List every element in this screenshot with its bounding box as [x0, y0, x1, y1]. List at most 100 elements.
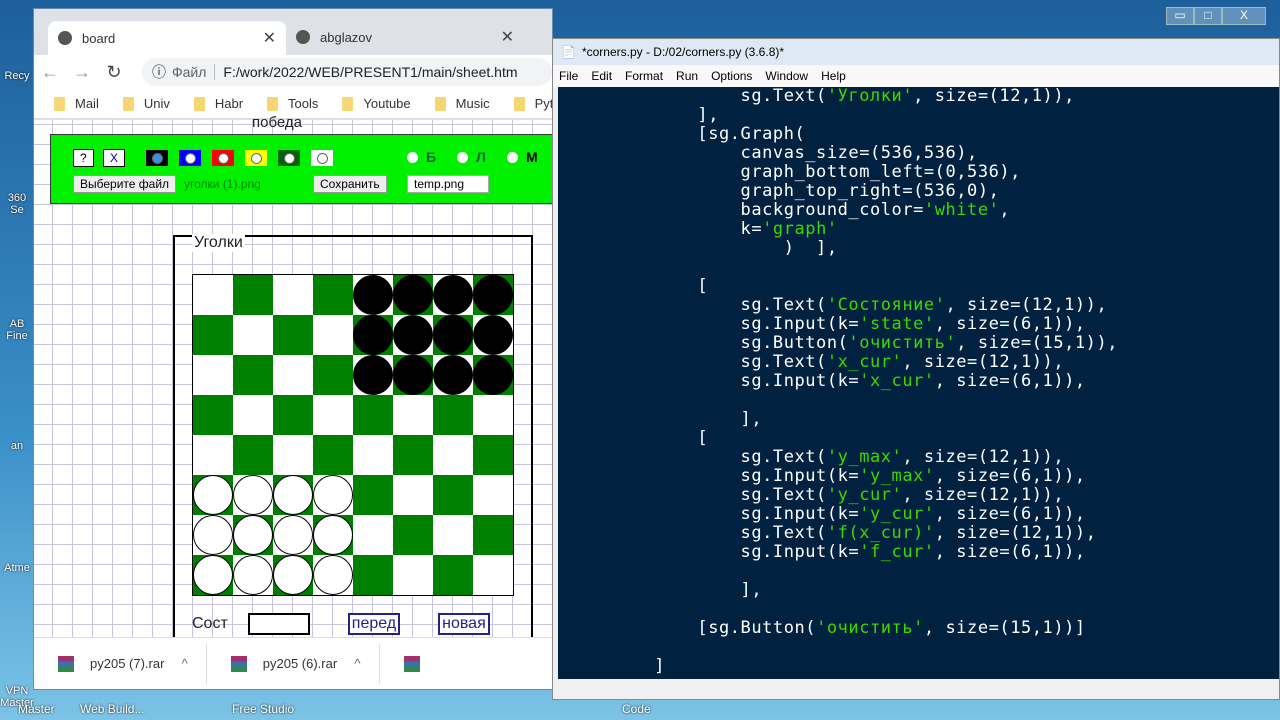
board-cell[interactable] — [393, 435, 433, 475]
board-cell[interactable] — [313, 395, 353, 435]
board-cell[interactable] — [393, 555, 433, 595]
board-cell[interactable] — [273, 395, 313, 435]
white-piece[interactable] — [193, 515, 233, 555]
color-swatch[interactable] — [311, 150, 333, 166]
board-cell[interactable] — [433, 515, 473, 555]
board-cell[interactable] — [353, 435, 393, 475]
board-cell[interactable] — [273, 435, 313, 475]
board-cell[interactable] — [473, 275, 513, 315]
board-cell[interactable] — [273, 515, 313, 555]
black-piece[interactable] — [353, 315, 393, 355]
bookmark-youtube[interactable]: Youtube — [342, 96, 411, 111]
bookmark-mail[interactable]: Mail — [54, 96, 99, 111]
menu-edit[interactable]: Edit — [591, 69, 612, 83]
desktop-icon-recycle[interactable]: Recy — [0, 70, 34, 82]
board-cell[interactable] — [473, 475, 513, 515]
white-piece[interactable] — [313, 475, 353, 515]
black-piece[interactable] — [433, 275, 473, 315]
desktop-icon-360[interactable]: 360 Se — [0, 192, 34, 216]
black-piece[interactable] — [473, 315, 513, 355]
white-piece[interactable] — [273, 515, 313, 555]
bookmark-python[interactable]: Python — [513, 96, 552, 111]
board-cell[interactable] — [273, 475, 313, 515]
board-cell[interactable] — [433, 275, 473, 315]
black-piece[interactable] — [353, 355, 393, 395]
save-button[interactable]: Сохранить — [313, 175, 387, 193]
chevron-up-icon[interactable]: ^ — [182, 656, 188, 671]
board-cell[interactable] — [473, 395, 513, 435]
close-button[interactable]: X — [1222, 7, 1266, 25]
white-piece[interactable] — [233, 555, 273, 595]
menu-options[interactable]: Options — [711, 69, 752, 83]
menu-file[interactable]: File — [559, 69, 578, 83]
white-piece[interactable] — [273, 475, 313, 515]
board-cell[interactable] — [233, 355, 273, 395]
chevron-up-icon[interactable]: ^ — [354, 656, 360, 671]
board-cell[interactable] — [433, 555, 473, 595]
board-cell[interactable] — [393, 275, 433, 315]
board-cell[interactable] — [473, 435, 513, 475]
board-cell[interactable] — [313, 515, 353, 555]
board-cell[interactable] — [473, 355, 513, 395]
board-cell[interactable] — [193, 555, 233, 595]
board-cell[interactable] — [313, 315, 353, 355]
address-input[interactable]: ⓘ Файл F:/work/2022/WEB/PRESENT1/main/sh… — [142, 58, 552, 86]
game-board[interactable] — [192, 274, 514, 596]
bookmark-univ[interactable]: Univ — [122, 96, 170, 111]
board-cell[interactable] — [313, 355, 353, 395]
board-cell[interactable] — [393, 315, 433, 355]
prev-button[interactable]: перед — [347, 613, 401, 635]
white-piece[interactable] — [193, 555, 233, 595]
bookmark-tools[interactable]: Tools — [267, 96, 318, 111]
download-item[interactable] — [380, 644, 552, 684]
board-cell[interactable] — [233, 315, 273, 355]
board-cell[interactable] — [193, 355, 233, 395]
white-piece[interactable] — [233, 475, 273, 515]
board-cell[interactable] — [233, 475, 273, 515]
black-piece[interactable] — [433, 355, 473, 395]
board-cell[interactable] — [193, 315, 233, 355]
help-button[interactable]: ? — [73, 149, 94, 167]
color-swatch[interactable] — [179, 150, 201, 166]
choose-file-button[interactable]: Выберите файл — [73, 175, 177, 193]
board-cell[interactable] — [473, 315, 513, 355]
board-cell[interactable] — [393, 475, 433, 515]
black-piece[interactable] — [353, 275, 393, 315]
board-cell[interactable] — [273, 555, 313, 595]
minimize-button[interactable]: ▭ — [1166, 7, 1194, 25]
reload-icon[interactable]: ↻ — [98, 62, 130, 83]
board-cell[interactable] — [353, 515, 393, 555]
new-game-button[interactable]: новая — [438, 613, 490, 635]
black-piece[interactable] — [393, 275, 433, 315]
tab-board[interactable]: board ✕ — [48, 21, 286, 55]
color-swatch[interactable] — [245, 150, 267, 166]
menu-window[interactable]: Window — [765, 69, 808, 83]
board-cell[interactable] — [233, 275, 273, 315]
board-cell[interactable] — [313, 555, 353, 595]
board-cell[interactable] — [393, 355, 433, 395]
menu-help[interactable]: Help — [821, 69, 846, 83]
radio-l[interactable]: Л — [457, 149, 486, 165]
white-piece[interactable] — [233, 515, 273, 555]
white-piece[interactable] — [273, 555, 313, 595]
board-cell[interactable] — [353, 355, 393, 395]
radio-m[interactable]: М — [507, 149, 538, 165]
board-cell[interactable] — [273, 355, 313, 395]
board-cell[interactable] — [433, 475, 473, 515]
clear-button[interactable]: X — [103, 149, 126, 167]
board-cell[interactable] — [433, 395, 473, 435]
bookmark-music[interactable]: Music — [434, 96, 490, 111]
black-piece[interactable] — [393, 355, 433, 395]
board-cell[interactable] — [393, 515, 433, 555]
black-piece[interactable] — [393, 315, 433, 355]
color-swatch[interactable] — [278, 150, 300, 166]
board-cell[interactable] — [473, 555, 513, 595]
save-name-input[interactable]: temp.png — [407, 175, 489, 193]
board-cell[interactable] — [353, 275, 393, 315]
board-cell[interactable] — [433, 315, 473, 355]
board-cell[interactable] — [353, 555, 393, 595]
forward-icon[interactable]: → — [66, 62, 98, 83]
white-piece[interactable] — [193, 475, 233, 515]
board-cell[interactable] — [233, 515, 273, 555]
download-item[interactable]: py205 (7).rar ^ — [34, 643, 207, 684]
